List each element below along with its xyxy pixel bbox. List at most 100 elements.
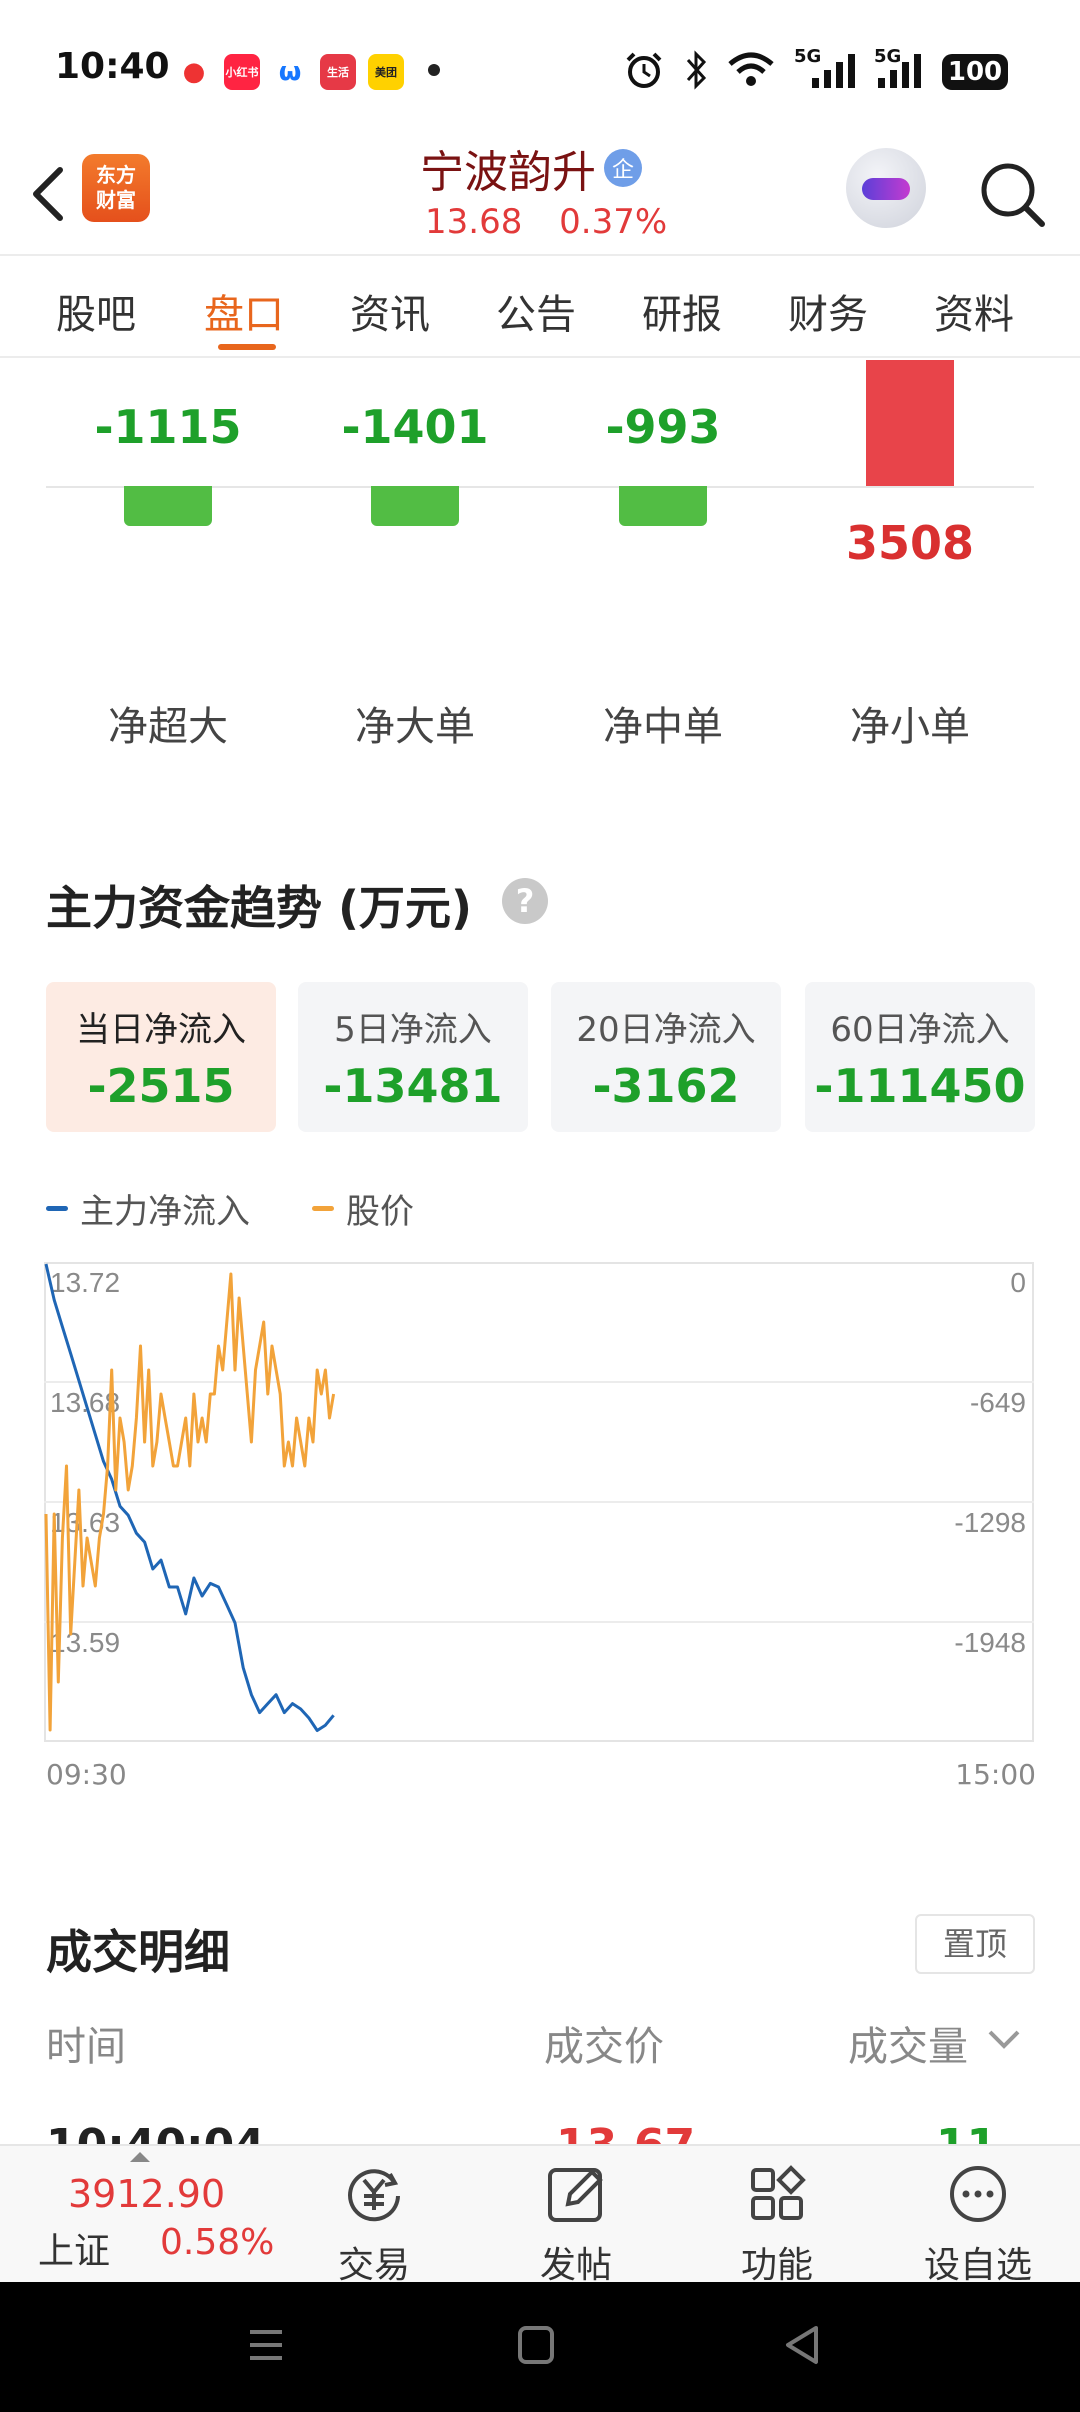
wifi-icon — [728, 52, 774, 86]
tab-news[interactable]: 资讯 — [350, 282, 430, 340]
system-nav-bar — [0, 2282, 1080, 2412]
card-label: 5日净流入 — [334, 1010, 492, 1050]
flow-label: 净超大 — [108, 704, 228, 750]
flow-label: 净中单 — [603, 704, 723, 750]
flow-value: 3508 — [845, 516, 975, 570]
menu-icon[interactable] — [246, 2322, 286, 2368]
tab-research[interactable]: 研报 — [642, 282, 722, 340]
chart-legend: 主力净流入 股价 — [46, 1184, 414, 1233]
card-value: -2515 — [87, 1059, 235, 1113]
status-time: 10:40 — [55, 46, 170, 87]
add-watchlist-label: 设自选 — [923, 2245, 1032, 2286]
legend-mark-price — [312, 1206, 334, 1211]
right-axis-tick: -2597 — [954, 1747, 1026, 1752]
card-label: 当日净流入 — [76, 1010, 246, 1050]
status-bar: 10:40 ● 小红书 ω 生活 美团 5G 5G 100 — [0, 0, 1080, 120]
meituan-icon: 美团 — [368, 54, 404, 90]
stock-name: 宁波韵升 — [420, 147, 596, 198]
back-nav-icon[interactable] — [780, 2322, 824, 2368]
fund-trend-chart[interactable]: 13.7213.6813.6313.5913.540-649-1298-1948… — [44, 1262, 1036, 1802]
chevron-down-icon[interactable] — [986, 2028, 1022, 2052]
flow-bar — [619, 486, 707, 526]
index-name[interactable]: 上证 — [38, 2222, 110, 2274]
left-axis-tick: 13.63 — [50, 1507, 120, 1538]
help-icon[interactable]: ? — [502, 878, 548, 924]
flow-value: -993 — [605, 400, 721, 454]
legend-mark-main-flow — [46, 1206, 68, 1211]
price-line: 13.68 0.37% — [425, 202, 693, 242]
search-button[interactable] — [976, 158, 1048, 230]
card-5day-inflow[interactable]: 5日净流入 -13481 — [298, 982, 528, 1132]
card-label: 60日净流入 — [830, 1010, 1010, 1050]
right-axis-tick: -649 — [970, 1387, 1026, 1418]
card-today-inflow[interactable]: 当日净流入 -2515 — [46, 982, 276, 1132]
tab-guba[interactable]: 股吧 — [56, 282, 136, 340]
assistant-robot-avatar[interactable] — [846, 148, 926, 228]
signal-icon-2 — [878, 54, 921, 88]
flow-bar — [371, 486, 459, 526]
tab-profile[interactable]: 资料 — [934, 282, 1014, 340]
tab-announcements[interactable]: 公告 — [496, 282, 576, 340]
tab-pankou[interactable]: 盘口 — [204, 282, 284, 340]
pin-top-button[interactable]: 置顶 — [915, 1914, 1035, 1974]
chart-canvas: 13.7213.6813.6313.5913.540-649-1298-1948… — [44, 1262, 1034, 1778]
bottom-toolbar: 3912.90 上证 0.58% 交易 发帖 功能 设自选 — [0, 2144, 1080, 2286]
right-axis-tick: 0 — [1010, 1267, 1026, 1298]
tab-bar: 股吧 盘口 资讯 公告 研报 财务 资料 — [0, 254, 1080, 358]
main-flow-line — [44, 1263, 335, 1732]
card-20day-inflow[interactable]: 20日净流入 -3162 — [551, 982, 781, 1132]
left-axis-tick: 13.72 — [50, 1267, 120, 1298]
trade-label: 交易 — [337, 2245, 410, 2286]
enterprise-badge: 企 — [604, 149, 642, 187]
functions-button[interactable]: 功能 — [717, 2162, 837, 2288]
yuan-exchange-icon — [348, 2169, 400, 2222]
left-axis-tick: 13.54 — [50, 1747, 120, 1752]
stock-header: 东方 财富 宁波韵升 企 13.68 0.37% — [0, 130, 1080, 254]
logo-line-2: 财富 — [96, 188, 136, 212]
flow-bar — [866, 360, 954, 486]
col-price-header: 成交价 — [544, 2024, 664, 2070]
col-volume-header[interactable]: 成交量 — [848, 2014, 968, 2072]
deal-details-title: 成交明细 — [46, 1925, 230, 1979]
x-axis-tick-end: 15:00 — [955, 1758, 1036, 1791]
home-icon[interactable] — [514, 2322, 558, 2368]
battery-indicator: 100 — [942, 54, 1008, 90]
tab-finance[interactable]: 财务 — [788, 282, 868, 340]
caret-up-icon — [130, 2152, 150, 2162]
x-axis-tick-start: 09:30 — [46, 1758, 127, 1791]
xiaohongshu-icon: 小红书 — [224, 54, 260, 90]
card-60day-inflow[interactable]: 60日净流入 -111450 — [805, 982, 1035, 1132]
alarm-icon — [626, 52, 662, 88]
flow-bar — [124, 486, 212, 526]
edit-icon — [548, 2168, 603, 2222]
stock-price: 13.68 — [425, 202, 523, 242]
card-value: -13481 — [323, 1059, 503, 1113]
index-change-pct[interactable]: 0.58% — [160, 2222, 274, 2263]
right-axis-tick: -1948 — [954, 1627, 1026, 1658]
bluetooth-icon — [686, 50, 707, 90]
flow-label: 净小单 — [850, 704, 970, 750]
signal-icon — [812, 54, 855, 88]
index-value[interactable]: 3912.90 — [68, 2172, 225, 2216]
flow-value: -1401 — [341, 400, 489, 454]
flow-value: -1115 — [94, 400, 242, 454]
add-watchlist-button[interactable]: 设自选 — [918, 2162, 1038, 2288]
legend-main-flow: 主力净流入 — [80, 1192, 250, 1232]
post-label: 发帖 — [539, 2245, 612, 2286]
post-button[interactable]: 发帖 — [516, 2162, 636, 2288]
card-value: -3162 — [592, 1059, 740, 1113]
stock-title[interactable]: 宁波韵升 企 — [420, 136, 642, 200]
grid-apps-icon — [751, 2165, 806, 2220]
eastmoney-logo[interactable]: 东方 财富 — [82, 154, 150, 222]
functions-label: 功能 — [740, 2245, 813, 2286]
trend-title: 主力资金趋势 (万元) — [46, 881, 473, 935]
notification-dot-icon — [428, 64, 440, 76]
legend-price: 股价 — [346, 1192, 414, 1232]
app-icon: 生活 — [320, 54, 356, 90]
fund-flow-breakdown: -1115 净超大 -1401 净大单 -993 净中单 3508 净小单 — [0, 358, 1080, 778]
more-circle-icon — [950, 2166, 1006, 2222]
trade-button[interactable]: 交易 — [314, 2162, 434, 2288]
col-time-header: 时间 — [46, 2024, 126, 2070]
back-button[interactable] — [22, 158, 72, 228]
right-axis-tick: -1298 — [954, 1507, 1026, 1538]
